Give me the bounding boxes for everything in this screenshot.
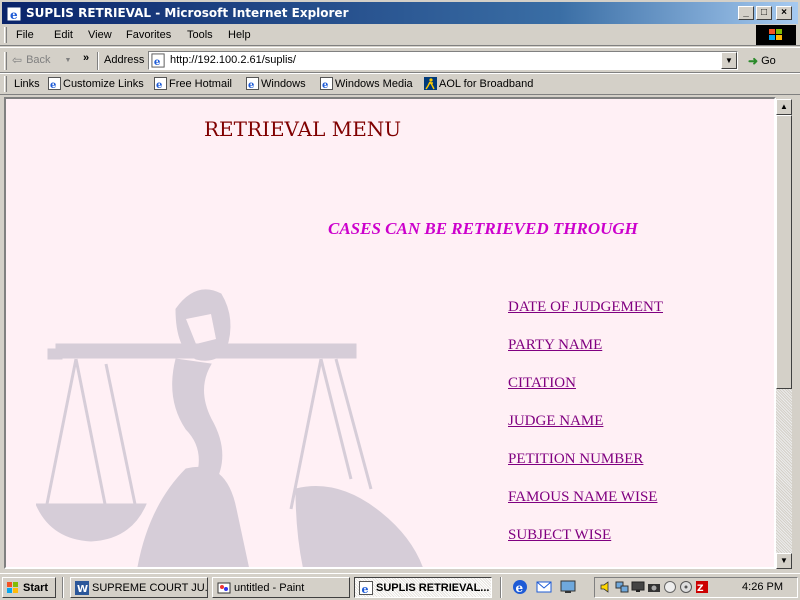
start-button[interactable]: Start: [2, 577, 56, 598]
svg-text:e: e: [248, 80, 254, 90]
windows-brand-logo: [756, 25, 796, 45]
menu-view[interactable]: View: [88, 29, 112, 41]
link-windows[interactable]: e Windows: [246, 77, 306, 90]
address-toolbar: ⇦ Back ▼ » Address e ▼ ➜ Go: [0, 47, 800, 73]
ie-page-icon: e: [154, 77, 167, 90]
taskbar-item-label: SUPREME COURT JU...: [92, 581, 208, 594]
antivirus-icon[interactable]: Z: [695, 580, 709, 594]
vertical-scrollbar[interactable]: ▲ ▼: [776, 99, 792, 569]
maximize-button[interactable]: □: [756, 6, 772, 20]
windows-flag-icon: [7, 581, 18, 593]
minimize-button[interactable]: _: [738, 6, 754, 20]
svg-text:W: W: [77, 584, 88, 595]
link-citation[interactable]: CITATION: [508, 375, 576, 392]
camera-icon[interactable]: [647, 580, 661, 594]
toolbar-grip[interactable]: [4, 76, 7, 92]
taskbar-item-label: untitled - Paint: [234, 581, 305, 594]
scroll-up-button[interactable]: ▲: [776, 99, 792, 115]
aol-runner-icon: [424, 77, 437, 90]
page-heading: RETRIEVAL MENU: [204, 117, 402, 141]
link-judge-name[interactable]: JUDGE NAME: [508, 413, 603, 430]
back-arrow-icon: ⇦: [12, 53, 23, 67]
clock[interactable]: 4:26 PM: [742, 581, 783, 593]
svg-text:Z: Z: [697, 584, 704, 594]
menu-file[interactable]: File: [16, 29, 34, 41]
back-button-label: Back: [26, 54, 51, 66]
svg-text:e: e: [156, 80, 162, 90]
links-bar: Links e Customize Links e Free Hotmail e…: [0, 73, 800, 95]
toolbar-grip[interactable]: [4, 52, 7, 70]
link-free-hotmail[interactable]: e Free Hotmail: [154, 77, 232, 90]
ie-page-icon: e: [48, 77, 61, 90]
taskbar: Start W SUPREME COURT JU... untitled - P…: [0, 573, 800, 600]
monitor-icon[interactable]: [631, 580, 645, 594]
link-date-of-judgement[interactable]: DATE OF JUDGEMENT: [508, 299, 663, 316]
svg-text:e: e: [50, 80, 56, 90]
svg-text:e: e: [362, 583, 369, 595]
address-dropdown-button[interactable]: ▼: [721, 52, 737, 69]
taskbar-item-label: SUPLIS RETRIEVAL...: [376, 581, 490, 594]
taskbar-item-paint[interactable]: untitled - Paint: [212, 577, 350, 598]
start-label: Start: [23, 581, 49, 594]
quicklaunch-outlook-icon[interactable]: [536, 579, 552, 595]
windows-flag-icon: [769, 29, 782, 40]
quicklaunch-desktop-icon[interactable]: [560, 579, 576, 595]
taskbar-item-suplis-retrieval[interactable]: e SUPLIS RETRIEVAL...: [354, 577, 492, 598]
link-petition-number[interactable]: PETITION NUMBER: [508, 451, 643, 468]
go-label: Go: [761, 55, 776, 67]
title-bar[interactable]: e SUPLIS RETRIEVAL - Microsoft Internet …: [0, 0, 800, 26]
close-button[interactable]: ×: [776, 6, 792, 20]
svg-text:e: e: [10, 8, 18, 22]
svg-text:e: e: [154, 56, 161, 68]
menu-help[interactable]: Help: [228, 29, 251, 41]
ie-page-icon: e: [246, 77, 259, 90]
menu-tools[interactable]: Tools: [187, 29, 213, 41]
links-label: Links: [14, 78, 40, 90]
quicklaunch-ie-icon[interactable]: e: [512, 579, 528, 595]
ie-page-icon: e: [320, 77, 333, 90]
page-icon: e: [151, 53, 165, 68]
scales-of-justice-watermark: [36, 289, 423, 567]
volume-icon[interactable]: [599, 580, 613, 594]
scroll-thumb[interactable]: [776, 115, 792, 389]
link-label: Free Hotmail: [169, 77, 232, 90]
go-button[interactable]: ➜ Go: [748, 54, 776, 68]
address-input[interactable]: [170, 54, 710, 66]
link-subject-wise[interactable]: SUBJECT WISE: [508, 527, 611, 544]
system-tray: Z 4:26 PM: [594, 577, 798, 598]
go-arrow-icon: ➜: [748, 54, 759, 68]
menu-bar: File Edit View Favorites Tools Help: [0, 24, 800, 46]
menu-edit[interactable]: Edit: [54, 29, 73, 41]
link-famous-name-wise[interactable]: FAMOUS NAME WISE: [508, 489, 657, 506]
page-subheading: CASES CAN BE RETRIEVED THROUGH: [328, 219, 638, 238]
scroll-down-button[interactable]: ▼: [776, 553, 792, 569]
address-field[interactable]: e ▼: [148, 51, 738, 70]
link-customize-links[interactable]: e Customize Links: [48, 77, 144, 90]
link-aol-for-broadband[interactable]: AOL for Broadband: [424, 77, 533, 90]
link-label: Windows Media: [335, 77, 413, 90]
svg-text:e: e: [322, 80, 328, 90]
link-party-name[interactable]: PARTY NAME: [508, 337, 602, 354]
back-dropdown-icon: ▼: [64, 56, 72, 64]
paint-icon: [217, 582, 231, 593]
back-button[interactable]: ⇦ Back ▼: [12, 53, 71, 67]
link-label: Customize Links: [63, 77, 144, 90]
toolbar-grip[interactable]: [4, 27, 7, 43]
toolbar-overflow-chevron-icon[interactable]: »: [83, 52, 89, 64]
link-label: Windows: [261, 77, 306, 90]
circle-status-icon[interactable]: [663, 580, 677, 594]
svg-text:e: e: [516, 581, 524, 595]
menu-favorites[interactable]: Favorites: [126, 29, 171, 41]
ie-icon: e: [6, 6, 22, 22]
link-windows-media[interactable]: e Windows Media: [320, 77, 413, 90]
disc-icon[interactable]: [679, 580, 693, 594]
word-icon: W: [75, 580, 89, 595]
address-label: Address: [104, 54, 145, 66]
page-viewport[interactable]: RETRIEVAL MENU CASES CAN BE RETRIEVED TH…: [4, 97, 776, 569]
ie-icon: e: [359, 580, 373, 595]
network-icon[interactable]: [615, 580, 629, 594]
window-title: SUPLIS RETRIEVAL - Microsoft Internet Ex…: [26, 6, 349, 20]
link-label: AOL for Broadband: [439, 77, 534, 90]
taskbar-item-supreme-court[interactable]: W SUPREME COURT JU...: [70, 577, 208, 598]
